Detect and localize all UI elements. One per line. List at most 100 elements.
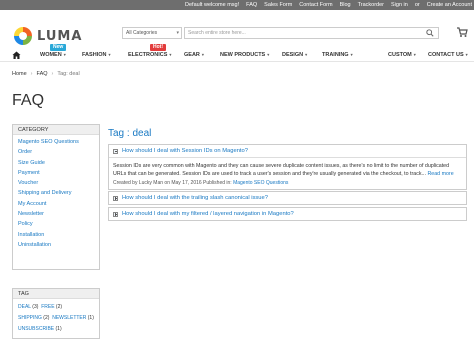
top-bar: Default welcome msg! FAQ Sales Form Cont… — [0, 0, 474, 10]
tag-link-free[interactable]: FREE — [41, 304, 54, 310]
breadcrumb-current: Tag: deal — [57, 71, 80, 77]
tag-count: (1) — [55, 326, 62, 332]
chevron-down-icon: ▾ — [413, 52, 416, 57]
faq-question-header[interactable]: How should I deal with Session IDs on Ma… — [109, 145, 466, 157]
cart-icon[interactable] — [456, 26, 468, 38]
top-link-trackorder[interactable]: Trackorder — [358, 2, 384, 8]
nav-item-label: CONTACT US — [428, 52, 464, 58]
read-more-link[interactable]: Read more — [427, 171, 453, 177]
category-link[interactable]: Newsletter — [18, 209, 94, 219]
new-badge: New — [50, 44, 67, 51]
chevron-down-icon: ▾ — [350, 52, 353, 57]
search-icon[interactable] — [426, 29, 434, 37]
category-select-value: All Categories — [126, 30, 158, 36]
nav-item-label: GEAR — [184, 52, 200, 58]
faq-item: How should I deal with Session IDs on Ma… — [108, 144, 467, 190]
category-list: Magento SEO Questions Order Size Guide P… — [13, 135, 99, 253]
nav-item-electronics[interactable]: Hot! ELECTRONICS ▾ — [128, 44, 172, 58]
top-link-create-account[interactable]: Create an Account — [427, 2, 472, 8]
tag-count: (3) — [32, 304, 39, 310]
nav-item-label: CUSTOM — [388, 52, 412, 58]
breadcrumb-faq[interactable]: FAQ — [37, 71, 48, 77]
category-link[interactable]: Order — [18, 147, 94, 157]
faq-meta-text: Created by Lucky Man on May 17, 2016 Pub… — [113, 180, 232, 186]
tag-block-title: TAG — [13, 289, 99, 299]
chevron-down-icon: ▾ — [305, 52, 308, 57]
nav-item-label: DESIGN — [282, 52, 304, 58]
category-link[interactable]: Installation — [18, 230, 94, 240]
top-link-faq[interactable]: FAQ — [246, 2, 257, 8]
faq-question-header[interactable]: How should I deal with the trailing slas… — [109, 192, 466, 204]
top-link-sign-in[interactable]: Sign in — [391, 2, 408, 8]
search-placeholder: Search entire store here... — [188, 30, 246, 36]
tag-link-unsubscribe[interactable]: UNSUBSCRIBE — [18, 326, 54, 332]
chevron-down-icon: ▾ — [63, 52, 66, 57]
faq-meta: Created by Lucky Man on May 17, 2016 Pub… — [113, 180, 462, 186]
chevron-down-icon: ▾ — [169, 52, 172, 57]
expand-icon[interactable] — [113, 211, 118, 217]
faq-question-header[interactable]: How should I deal with my filtered / lay… — [109, 208, 466, 220]
faq-question[interactable]: How should I deal with Session IDs on Ma… — [122, 148, 248, 154]
breadcrumb-separator-icon: › — [30, 71, 33, 77]
top-link-sales-form[interactable]: Sales Form — [264, 2, 292, 8]
category-link[interactable]: Size Guide — [18, 158, 94, 168]
nav-item-label: TRAINING — [322, 52, 349, 58]
breadcrumb-home[interactable]: Home — [12, 71, 27, 77]
category-link[interactable]: Uninstallation — [18, 240, 94, 250]
top-link-blog[interactable]: Blog — [340, 2, 351, 8]
tag-row: SHIPPING (2) NEWSLETTER (1) — [18, 313, 94, 324]
tag-link-newsletter[interactable]: NEWSLETTER — [52, 315, 86, 321]
nav-item-contact-us[interactable]: CONTACT US ▾ — [428, 52, 468, 58]
category-link[interactable]: Payment — [18, 168, 94, 178]
logo[interactable]: LUMA — [14, 27, 82, 45]
chevron-down-icon: ▾ — [201, 52, 204, 57]
search-input[interactable]: Search entire store here... — [184, 27, 439, 39]
tag-list: DEAL (3) FREE (2) SHIPPING (2) NEWSLETTE… — [13, 299, 99, 338]
faq-answer-body: Session IDs are very common with Magento… — [113, 163, 450, 177]
category-link[interactable]: Magento SEO Questions — [18, 137, 94, 147]
faq-item: How should I deal with my filtered / lay… — [108, 207, 467, 221]
top-link-or: or — [414, 2, 420, 8]
faq-question[interactable]: How should I deal with my filtered / lay… — [122, 211, 294, 217]
category-link[interactable]: Policy — [18, 219, 94, 229]
breadcrumb-separator-icon: › — [51, 71, 54, 77]
hot-badge: Hot! — [150, 44, 166, 51]
nav-item-women[interactable]: New WOMEN ▾ — [40, 44, 67, 58]
nav-item-custom[interactable]: CUSTOM ▾ — [388, 52, 416, 58]
faq-item: How should I deal with the trailing slas… — [108, 191, 467, 205]
category-link[interactable]: My Account — [18, 199, 94, 209]
home-icon[interactable] — [12, 51, 21, 59]
welcome-message: Default welcome msg! — [185, 2, 240, 8]
nav-item-training[interactable]: TRAINING ▾ — [322, 52, 353, 58]
faq-answer-text: Session IDs are very common with Magento… — [113, 163, 462, 178]
category-block-spacer — [13, 253, 99, 269]
expand-icon[interactable] — [113, 195, 118, 201]
tag-block: TAG DEAL (3) FREE (2) SHIPPING (2) NEWSL… — [12, 288, 100, 339]
luma-logo-icon — [14, 27, 32, 45]
category-link[interactable]: Voucher — [18, 178, 94, 188]
breadcrumb: Home › FAQ › Tag: deal — [12, 71, 80, 77]
nav-item-label: FASHION — [82, 52, 107, 58]
collapse-icon[interactable] — [113, 148, 118, 154]
tag-row: DEAL (3) FREE (2) — [18, 302, 94, 313]
main-navigation: New WOMEN ▾ FASHION ▾ Hot! ELECTRONICS ▾ GE… — [0, 44, 474, 62]
nav-item-design[interactable]: DESIGN ▾ — [282, 52, 307, 58]
chevron-down-icon: ▾ — [465, 52, 468, 57]
nav-item-label: ELECTRONICS — [128, 52, 168, 58]
chevron-down-icon: ▾ — [176, 30, 179, 36]
category-block-title: CATEGORY — [13, 125, 99, 135]
tag-count: (2) — [43, 315, 50, 321]
nav-item-label: NEW PRODUCTS — [220, 52, 266, 58]
top-links: Default welcome msg! FAQ Sales Form Cont… — [185, 0, 472, 10]
category-link[interactable]: Shipping and Delivery — [18, 188, 94, 198]
tag-count: (2) — [55, 304, 63, 310]
top-link-contact-form[interactable]: Contact Form — [299, 2, 332, 8]
faq-question[interactable]: How should I deal with the trailing slas… — [122, 195, 268, 201]
nav-item-gear[interactable]: GEAR ▾ — [184, 52, 204, 58]
nav-item-fashion[interactable]: FASHION ▾ — [82, 52, 110, 58]
category-select[interactable]: All Categories ▾ — [122, 27, 182, 39]
tag-link-deal[interactable]: DEAL — [18, 304, 31, 310]
faq-meta-category-link[interactable]: Magento SEO Questions — [233, 180, 288, 186]
nav-item-new-products[interactable]: NEW PRODUCTS ▾ — [220, 52, 269, 58]
tag-link-shipping[interactable]: SHIPPING — [18, 315, 42, 321]
